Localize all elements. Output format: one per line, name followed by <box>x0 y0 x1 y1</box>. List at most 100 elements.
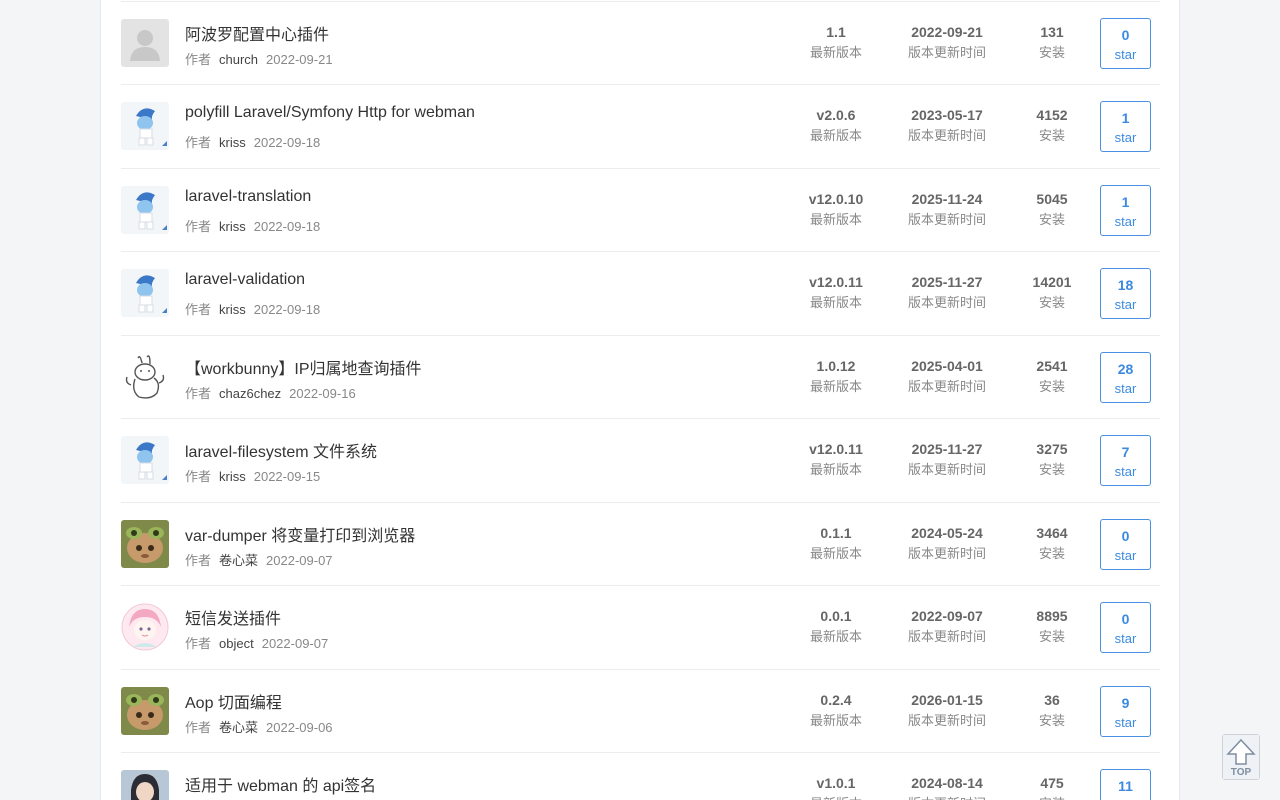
author-label: 作者 <box>185 469 212 484</box>
install-count: 3275 安装 <box>1017 441 1087 477</box>
plugin-meta: 作者 object 2022-09-07 <box>185 633 328 652</box>
installs-label: 安装 <box>1038 44 1065 60</box>
avatar-image <box>121 686 169 735</box>
author-avatar[interactable] <box>121 102 169 150</box>
author-link[interactable]: kriss <box>219 219 246 234</box>
author-avatar[interactable] <box>121 352 169 401</box>
avatar-image <box>121 102 169 150</box>
publish-date: 2022-09-18 <box>253 302 321 317</box>
install-count: 14201 安装 <box>1017 274 1087 310</box>
author-avatar[interactable] <box>121 436 169 484</box>
installs-label: 安装 <box>1038 629 1065 644</box>
latest-version: v12.0.11 最新版本 <box>795 274 877 310</box>
plugin-row: 适用于 webman 的 api签名作者v1.0.1最新版本2024-08-14… <box>121 753 1160 800</box>
version-value: 0.0.1 <box>820 608 852 624</box>
plugin-row: laravel-filesystem 文件系统作者 kriss 2022-09-15… <box>121 419 1160 503</box>
plugin-title-link[interactable]: 【workbunny】IP归属地查询插件 <box>185 355 422 379</box>
avatar-image <box>121 352 169 401</box>
back-to-top-button[interactable]: TOP <box>1222 734 1260 780</box>
star-button[interactable]: 0 star <box>1100 17 1151 69</box>
author-avatar[interactable] <box>121 185 169 234</box>
star-button[interactable]: 9 star <box>1100 685 1151 737</box>
star-label: star <box>1114 547 1137 563</box>
author-link[interactable]: kriss <box>219 135 246 150</box>
plugin-meta: 作者 kriss 2022-09-18 <box>185 299 320 318</box>
star-button[interactable]: 28 star <box>1100 351 1151 403</box>
author-link[interactable]: church <box>219 52 258 67</box>
plugin-title-link[interactable]: polyfill Laravel/Symfony Http for webman <box>185 104 475 122</box>
installs-value: 4152 <box>1036 107 1068 123</box>
version-label: 最新版本 <box>795 796 877 800</box>
updated-label: 版本更新时间 <box>907 295 986 310</box>
star-button[interactable]: 0 star <box>1100 518 1151 570</box>
version-value: 1.1 <box>826 23 846 40</box>
installs-value: 475 <box>1040 775 1064 791</box>
update-time: 2022-09-21 版本更新时间 <box>897 24 997 60</box>
publish-date: 2022-09-15 <box>253 469 321 484</box>
plugin-title-link[interactable]: 阿波罗配置中心插件 <box>185 21 329 45</box>
author-label: 作者 <box>185 719 212 735</box>
plugin-title-link[interactable]: 短信发送插件 <box>185 605 281 629</box>
star-label: star <box>1114 631 1137 646</box>
plugin-row: 【workbunny】IP归属地查询插件 作者 chaz6chez 2022-09-1… <box>121 336 1160 419</box>
plugin-title-link[interactable]: Aop 切面编程 <box>185 689 282 713</box>
star-label: star <box>1114 380 1137 396</box>
star-button[interactable]: 1 star <box>1100 101 1151 152</box>
author-link[interactable]: 卷心菜 <box>219 720 258 735</box>
plugin-meta: 作者 kriss 2022-09-18 <box>185 132 320 151</box>
version-value: v12.0.10 <box>808 190 864 207</box>
author-link[interactable]: kriss <box>219 302 246 317</box>
author-label: 作者 <box>185 552 212 568</box>
star-count: 9 <box>1121 694 1130 711</box>
author-avatar[interactable] <box>121 269 169 317</box>
plugin-title-link[interactable]: laravel-validation <box>185 271 305 289</box>
author-avatar[interactable] <box>121 686 169 735</box>
author-link[interactable]: chaz6chez <box>219 386 281 401</box>
installs-value: 131 <box>1040 23 1064 40</box>
install-count: 5045 安装 <box>1017 191 1087 227</box>
latest-version: 0.2.4 最新版本 <box>795 692 877 728</box>
author-avatar[interactable] <box>121 519 169 568</box>
author-avatar[interactable] <box>121 770 169 800</box>
author-link[interactable]: 卷心菜 <box>219 553 258 568</box>
plugin-title-link[interactable]: laravel-translation <box>185 188 311 206</box>
version-label: 最新版本 <box>809 712 862 728</box>
plugin-title-link[interactable]: 适用于 webman 的 api签名 <box>185 772 376 796</box>
updated-label: 版本更新时间 <box>907 462 986 477</box>
star-button[interactable]: 7 star <box>1100 435 1151 486</box>
plugin-title-link[interactable]: laravel-filesystem 文件系统 <box>185 438 377 462</box>
version-value: v12.0.11 <box>809 441 863 457</box>
installs-value: 14201 <box>1032 274 1072 290</box>
plugin-title-link[interactable]: var-dumper 将变量打印到浏览器 <box>185 522 415 546</box>
star-button[interactable]: 1 star <box>1100 184 1151 236</box>
star-button[interactable]: 0 star <box>1100 602 1151 653</box>
version-label: 最新版本 <box>809 211 862 227</box>
author-label: 作者 <box>185 636 212 651</box>
plugin-meta: 作者 church 2022-09-21 <box>185 49 333 68</box>
plugin-row: Aop 切面编程 作者 卷心菜 2022-09-06 0.2.4 最新版本 2026-01-… <box>121 670 1160 753</box>
star-label: star <box>1114 297 1137 312</box>
version-value: 1.0.12 <box>816 357 856 374</box>
plugin-meta: 作者 chaz6chez 2022-09-16 <box>185 383 356 402</box>
author-label: 作者 <box>185 135 212 150</box>
install-count: 4152 安装 <box>1017 107 1087 143</box>
plugin-row: 短信发送插件 作者 object 2022-09-07 0.0.1 最新版本 2022-09… <box>121 586 1160 670</box>
version-value: 0.1.1 <box>820 524 852 541</box>
star-button[interactable]: 18 star <box>1100 268 1151 319</box>
updated-value: 2024-08-14 <box>911 775 983 791</box>
author-link[interactable]: object <box>219 636 254 651</box>
author-label: 作者 <box>185 385 212 401</box>
plugin-meta: 作者 卷心菜 2022-09-07 <box>185 550 333 569</box>
installs-value: 36 <box>1044 691 1060 708</box>
update-time: 2022-09-07 版本更新时间 <box>897 608 997 644</box>
updated-value: 2025-11-24 <box>911 190 983 207</box>
author-avatar[interactable] <box>121 603 169 651</box>
author-link[interactable]: kriss <box>219 469 246 484</box>
star-button[interactable]: 11star <box>1100 769 1151 800</box>
author-avatar[interactable] <box>121 18 169 67</box>
author-label: 作者 <box>185 51 212 67</box>
plugin-row: var-dumper 将变量打印到浏览器作者 卷心菜 2022-09-07 0.1.1… <box>121 503 1160 586</box>
installs-label: 安装 <box>1038 378 1065 394</box>
installs-value: 2541 <box>1036 357 1068 374</box>
plugin-meta: 作者 卷心菜 2022-09-06 <box>185 717 333 736</box>
